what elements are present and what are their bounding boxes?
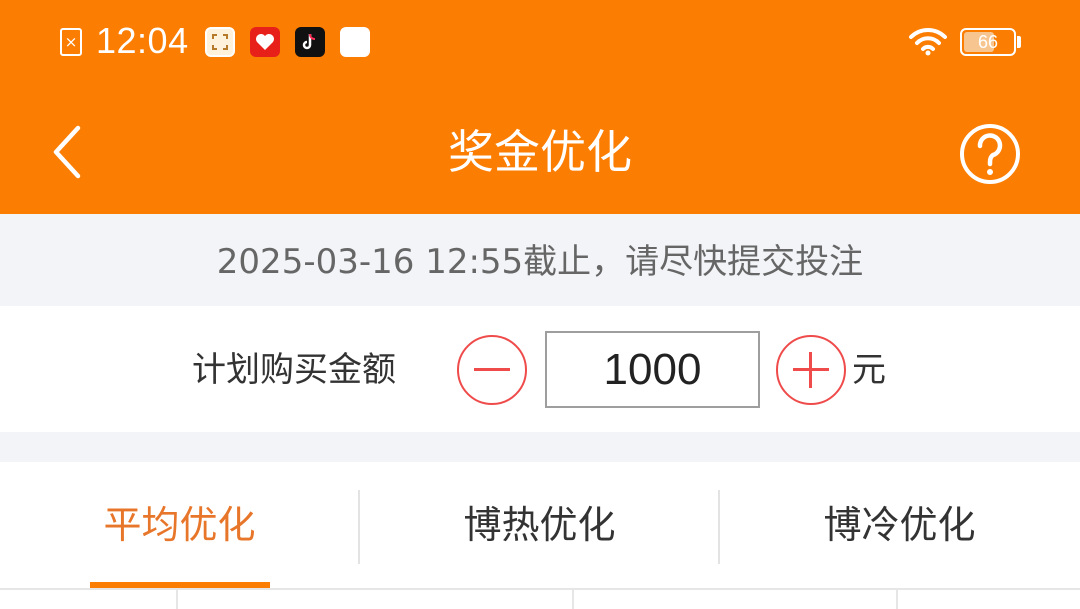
tiktok-app-icon <box>295 27 325 57</box>
top-app-bar: × 12:04 66 奖金优化 <box>0 0 1080 214</box>
deadline-notice: 2025-03-16 12:55截止，请尽快提交投注 <box>0 214 1080 306</box>
battery-level-text: 66 <box>977 32 999 52</box>
scan-app-icon <box>205 27 235 57</box>
column-divider <box>896 590 898 609</box>
table-header-edge <box>0 588 1080 609</box>
tab-cold-optimization[interactable]: 博冷优化 <box>720 462 1079 588</box>
minus-icon <box>474 368 510 371</box>
wifi-icon <box>909 27 947 56</box>
amount-input[interactable] <box>545 331 760 408</box>
battery-cap <box>1017 36 1021 48</box>
tab-average-optimization[interactable]: 平均优化 <box>0 462 359 588</box>
decrease-amount-button[interactable] <box>457 335 527 405</box>
increase-amount-button[interactable] <box>776 335 846 405</box>
question-circle-icon <box>960 124 1020 184</box>
battery-icon: 66 <box>960 28 1016 56</box>
sim-card-icon: × <box>60 28 82 56</box>
purchase-amount-row: 计划购买金额 元 <box>0 306 1080 432</box>
currency-unit: 元 <box>852 350 886 390</box>
page-title: 奖金优化 <box>448 125 632 179</box>
help-button[interactable] <box>958 122 1022 186</box>
heart-app-icon <box>250 27 280 57</box>
status-time: 12:04 <box>96 20 189 61</box>
optimization-tabs: 平均优化 博热优化 博冷优化 <box>0 462 1080 588</box>
column-divider <box>176 590 178 609</box>
amount-label: 计划购买金额 <box>192 350 396 390</box>
white-app-icon <box>340 27 370 57</box>
tab-hot-optimization[interactable]: 博热优化 <box>360 462 719 588</box>
section-gap <box>0 432 1080 462</box>
column-divider <box>572 590 574 609</box>
